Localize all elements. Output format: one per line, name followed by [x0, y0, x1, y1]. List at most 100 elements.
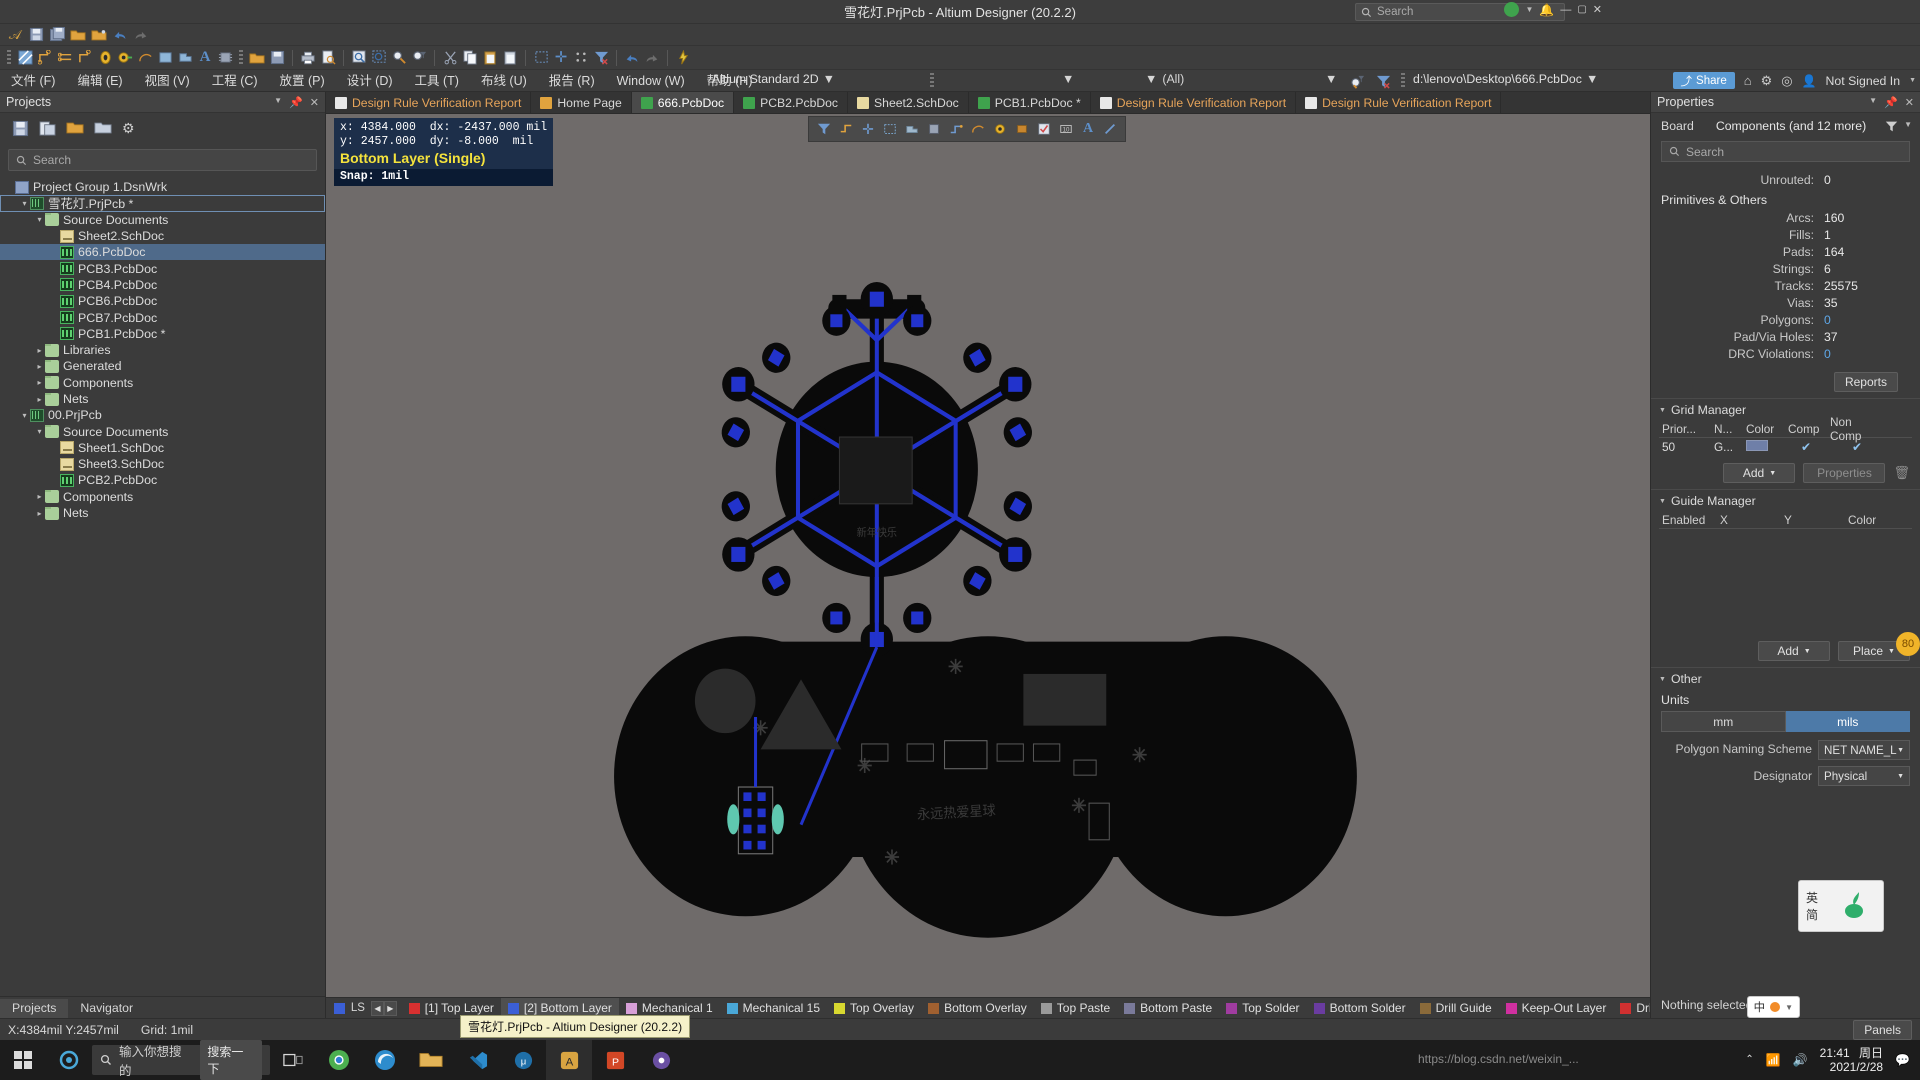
print-preview-icon[interactable] — [319, 49, 337, 67]
tree-item[interactable]: Sheet1.SchDoc — [0, 440, 325, 456]
layer-tab[interactable]: Keep-Out Layer — [1499, 998, 1614, 1018]
explorer-icon[interactable] — [408, 1040, 454, 1080]
zoom-in-icon[interactable] — [390, 49, 408, 67]
document-tab[interactable]: PCB1.PcbDoc * — [969, 92, 1091, 113]
collapse-triangle-icon-guide[interactable]: ▼ — [1659, 498, 1666, 505]
redo-icon[interactable] — [132, 26, 150, 44]
grid-manager-row[interactable]: 50 G... ✔ ✔ — [1659, 438, 1912, 455]
undo-icon[interactable] — [111, 26, 129, 44]
net-filter-dropdown[interactable]: ▼ — [1325, 72, 1337, 86]
tree-item[interactable]: PCB4.PcbDoc — [0, 277, 325, 293]
layer-tab[interactable]: Bottom Solder — [1307, 998, 1413, 1018]
gear-icon[interactable]: ⚙ — [1761, 73, 1773, 89]
rule-check-icon[interactable] — [1034, 119, 1054, 139]
taskbar-search-chip[interactable]: 搜索一下 — [200, 1040, 262, 1080]
file-path-dropdown[interactable]: ▼ — [1586, 72, 1598, 86]
altium-taskbar-icon[interactable]: A — [546, 1040, 592, 1080]
col-non-comp[interactable]: Non Comp — [1827, 415, 1887, 443]
ppt-icon[interactable]: P — [592, 1040, 638, 1080]
open-project-folder-icon[interactable] — [66, 120, 84, 136]
twisty-icon[interactable]: ▾ — [34, 215, 45, 224]
network-icon[interactable]: 📶 — [1766, 1053, 1781, 1068]
properties-search-input[interactable]: Search — [1661, 141, 1910, 162]
col-guide-color[interactable]: Color — [1845, 513, 1899, 527]
clear-filter-icon[interactable] — [592, 49, 610, 67]
project-tree[interactable]: Project Group 1.DsnWrk ▾ 雪花灯.PrjPcb * ▾ Sour… — [0, 175, 325, 996]
tab-projects[interactable]: Projects — [0, 999, 69, 1018]
unit-option-mils[interactable]: mils — [1785, 711, 1910, 732]
open-folder-icon[interactable] — [69, 26, 87, 44]
close-panel-icon[interactable]: ✕ — [310, 96, 319, 109]
tree-item[interactable]: ▸ Nets — [0, 391, 325, 407]
save-document-icon[interactable] — [268, 49, 286, 67]
select-area-icon[interactable] — [532, 49, 550, 67]
chevron-down-icon[interactable]: ▼ — [1525, 5, 1533, 14]
menu-item-place[interactable]: 放置 (P) — [269, 70, 336, 92]
place-track-icon[interactable] — [946, 119, 966, 139]
zoom-area-icon[interactable] — [350, 49, 368, 67]
arc-icon[interactable] — [136, 49, 154, 67]
chevron-down-icon-props[interactable]: ▼ — [1869, 96, 1877, 109]
copy-icon[interactable] — [461, 49, 479, 67]
grid-row-comp-check[interactable]: ✔ — [1785, 440, 1827, 454]
tray-expand-icon[interactable]: ⌃ — [1745, 1054, 1753, 1067]
layer-prev-button[interactable]: ◀ — [370, 1000, 384, 1016]
reports-button[interactable]: Reports — [1833, 372, 1898, 392]
move-icon[interactable]: ✛ — [552, 49, 570, 67]
tree-item[interactable]: ▾ Source Documents — [0, 423, 325, 439]
grid-row-noncomp-check[interactable]: ✔ — [1827, 440, 1887, 454]
pcb-canvas[interactable]: 新年快乐 永远热爱星球 x: 4384.000 dx: -2437.000 mi… — [326, 114, 1650, 997]
zoom-selection-icon[interactable] — [370, 49, 388, 67]
add-existing-icon[interactable] — [94, 120, 112, 136]
undo-icon-2[interactable] — [623, 49, 641, 67]
tree-item[interactable]: Sheet3.SchDoc — [0, 456, 325, 472]
pin-icon[interactable]: 📌 — [289, 96, 303, 109]
hatch-pattern-icon[interactable] — [16, 49, 34, 67]
bell-icon[interactable]: 🔔 — [1539, 3, 1554, 17]
twisty-icon[interactable]: ▾ — [19, 199, 30, 208]
col-enabled[interactable]: Enabled — [1659, 513, 1717, 527]
save-icon[interactable] — [27, 26, 45, 44]
notification-icon[interactable]: 💬 — [1895, 1053, 1910, 1068]
layer-tab[interactable]: Bottom Paste — [1117, 998, 1219, 1018]
cross-probe-icon[interactable] — [674, 49, 692, 67]
toolbar-grip-4[interactable] — [1401, 73, 1405, 89]
twisty-icon[interactable]: ▸ — [34, 509, 45, 518]
layer-tab[interactable]: Top Solder — [1219, 998, 1306, 1018]
signin-label[interactable]: Not Signed In — [1826, 74, 1901, 88]
document-tab[interactable]: Home Page — [531, 92, 632, 113]
menu-item-view[interactable]: 视图 (V) — [134, 70, 201, 92]
volume-icon[interactable]: 🔊 — [1793, 1053, 1808, 1068]
grid-row-color-swatch[interactable] — [1746, 439, 1768, 451]
tab-navigator[interactable]: Navigator — [68, 999, 145, 1018]
tree-item[interactable]: ▾ Source Documents — [0, 212, 325, 228]
twisty-icon[interactable]: ▸ — [34, 346, 45, 355]
ime-floating-bar[interactable]: 英 简 — [1798, 880, 1884, 932]
start-button[interactable] — [0, 1040, 46, 1080]
tree-item[interactable]: ▸ Components — [0, 375, 325, 391]
twisty-icon[interactable]: ▸ — [34, 395, 45, 404]
interactive-route-icon[interactable] — [836, 119, 856, 139]
guide-add-button[interactable]: Add ▼ — [1758, 641, 1830, 661]
document-tab[interactable]: Sheet2.SchDoc — [848, 92, 969, 113]
chevron-down-icon-2[interactable]: ▼ — [1909, 77, 1916, 84]
pad-icon[interactable] — [96, 49, 114, 67]
all-filter-dropdown[interactable]: ▼ — [1145, 72, 1157, 86]
chevron-down-icon-ime[interactable]: ▼ — [1785, 1003, 1793, 1012]
document-tab[interactable]: Design Rule Verification Report — [1091, 92, 1297, 113]
taskbar-search-input[interactable]: 输入你想搜的 搜索一下 — [92, 1040, 270, 1080]
collapse-triangle-icon-grid[interactable]: ▼ — [1659, 407, 1666, 414]
col-color[interactable]: Color — [1743, 422, 1785, 436]
layer-set-dropdown[interactable]: ▼ — [1062, 72, 1074, 86]
open-document-icon[interactable] — [248, 49, 266, 67]
chevron-down-icon-panel[interactable]: ▼ — [274, 96, 282, 109]
help-circle-icon[interactable]: ◎ — [1781, 73, 1792, 89]
projects-search-input[interactable]: Search — [8, 149, 317, 171]
tree-item[interactable]: PCB3.PcbDoc — [0, 260, 325, 276]
menu-item-window[interactable]: Window (W) — [606, 70, 696, 92]
document-tab[interactable]: 666.PcbDoc — [631, 92, 735, 113]
menu-item-edit[interactable]: 编辑 (E) — [66, 70, 133, 92]
tree-item[interactable]: PCB2.PcbDoc — [0, 472, 325, 488]
tree-item[interactable]: 666.PcbDoc — [0, 244, 325, 261]
layer-set-label[interactable]: LS — [351, 1002, 365, 1014]
